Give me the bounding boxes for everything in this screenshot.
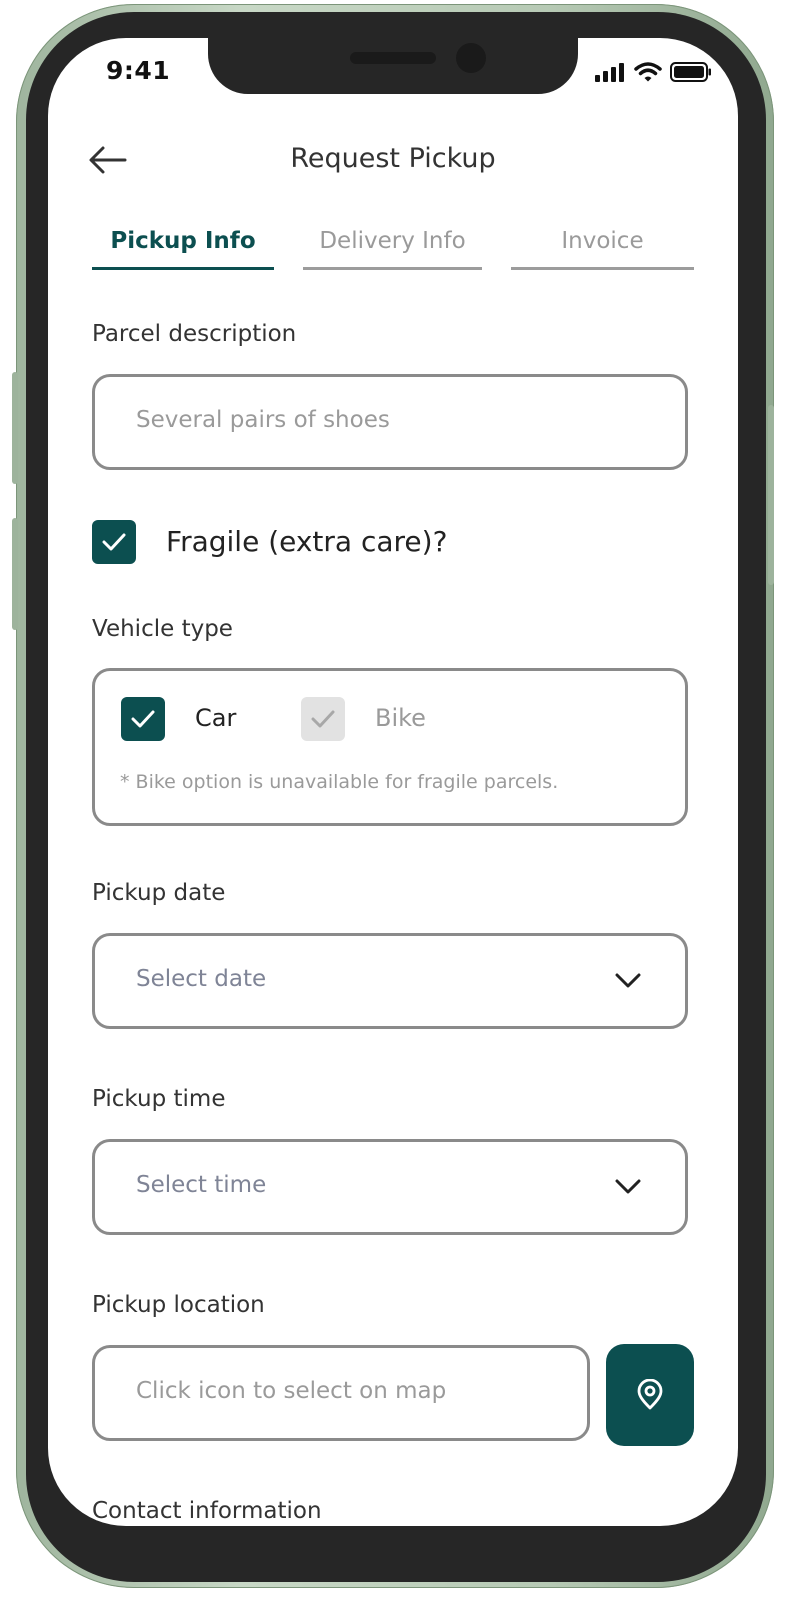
back-arrow-icon bbox=[89, 146, 127, 174]
header: Request Pickup bbox=[48, 130, 738, 190]
pickup-location-label: Pickup location bbox=[92, 1292, 265, 1318]
chevron-down-icon bbox=[615, 973, 641, 988]
signal-icon bbox=[595, 63, 624, 82]
fragile-checkbox[interactable] bbox=[92, 520, 136, 564]
pickup-time-select[interactable]: Select time bbox=[92, 1139, 688, 1235]
front-camera bbox=[456, 43, 486, 73]
select-on-map-button[interactable] bbox=[606, 1344, 694, 1446]
tab-delivery-info[interactable]: Delivery Info bbox=[303, 228, 482, 270]
tab-bar: Pickup Info Delivery Info Invoice bbox=[92, 228, 694, 272]
pickup-time-placeholder: Select time bbox=[136, 1172, 267, 1198]
pickup-location-input[interactable]: Click icon to select on map bbox=[92, 1345, 590, 1441]
car-checkbox[interactable] bbox=[121, 697, 165, 741]
parcel-description-label: Parcel description bbox=[92, 321, 297, 347]
bike-checkbox[interactable] bbox=[301, 697, 345, 741]
speaker bbox=[350, 52, 436, 64]
vehicle-type-label: Vehicle type bbox=[92, 616, 233, 642]
parcel-description-placeholder: Several pairs of shoes bbox=[136, 407, 390, 433]
tab-invoice[interactable]: Invoice bbox=[511, 228, 694, 270]
pickup-date-placeholder: Select date bbox=[136, 966, 267, 992]
bike-label: Bike bbox=[375, 704, 426, 732]
tab-label: Delivery Info bbox=[319, 228, 466, 254]
tab-indicator bbox=[303, 267, 482, 270]
notch bbox=[208, 38, 578, 94]
battery-icon bbox=[670, 62, 711, 82]
parcel-description-input[interactable]: Several pairs of shoes bbox=[92, 374, 688, 470]
tab-indicator bbox=[92, 267, 274, 270]
side-button bbox=[768, 405, 774, 585]
pickup-time-label: Pickup time bbox=[92, 1086, 226, 1112]
screen: 9:41 Request Pickup Pickup Info Delivery… bbox=[48, 38, 738, 1526]
page-title: Request Pickup bbox=[290, 143, 496, 174]
vehicle-type-group: Car Bike * Bike option is unavailable fo… bbox=[92, 668, 688, 826]
contact-information-label: Contact information bbox=[92, 1498, 322, 1524]
tab-label: Invoice bbox=[561, 228, 644, 254]
tab-pickup-info[interactable]: Pickup Info bbox=[92, 228, 274, 270]
back-button[interactable] bbox=[88, 140, 138, 180]
car-label: Car bbox=[195, 704, 237, 732]
wifi-icon bbox=[634, 62, 662, 82]
chevron-down-icon bbox=[615, 1179, 641, 1194]
check-icon bbox=[102, 533, 126, 551]
pickup-location-placeholder: Click icon to select on map bbox=[136, 1378, 447, 1404]
check-icon bbox=[311, 710, 335, 728]
bike-unavailable-note: * Bike option is unavailable for fragile… bbox=[120, 771, 559, 793]
status-time: 9:41 bbox=[106, 56, 171, 85]
location-pin-icon bbox=[637, 1379, 663, 1410]
side-button bbox=[12, 372, 18, 484]
pickup-date-label: Pickup date bbox=[92, 880, 226, 906]
status-icons bbox=[594, 62, 712, 82]
side-button bbox=[12, 518, 18, 630]
pickup-date-select[interactable]: Select date bbox=[92, 933, 688, 1029]
fragile-label: Fragile (extra care)? bbox=[166, 525, 448, 558]
tab-indicator bbox=[511, 267, 694, 270]
check-icon bbox=[131, 710, 155, 728]
tab-label: Pickup Info bbox=[110, 228, 256, 254]
